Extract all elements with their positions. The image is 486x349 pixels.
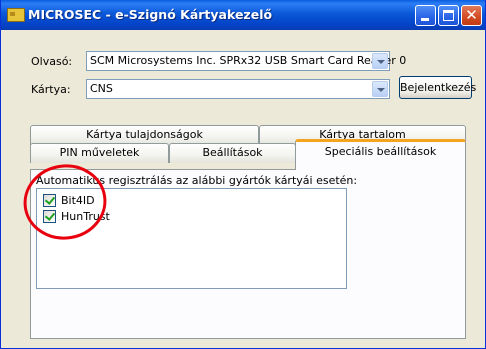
- reader-select-value: SCM Microsystems Inc. SPRx32 USB Smart C…: [90, 54, 407, 67]
- card-label: Kártya:: [31, 83, 71, 96]
- close-button[interactable]: ✕: [461, 5, 482, 26]
- manufacturer-list[interactable]: Bit4ID HunTrust: [36, 188, 347, 289]
- list-item-label: Bit4ID: [61, 194, 95, 207]
- tab-special-settings[interactable]: Speciális beállítások: [295, 139, 466, 170]
- chevron-down-icon[interactable]: [372, 53, 388, 69]
- reader-select[interactable]: SCM Microsystems Inc. SPRx32 USB Smart C…: [86, 51, 406, 71]
- tab-card-properties[interactable]: Kártya tulajdonságok: [30, 125, 259, 145]
- checkbox-bit4id[interactable]: [43, 194, 56, 207]
- maximize-button[interactable]: [438, 5, 459, 26]
- minimize-icon: [421, 18, 429, 21]
- login-button[interactable]: Bejelentkezés: [399, 76, 476, 99]
- title-bar[interactable]: MICROSEC - e-Szignó Kártyakezelő ✕: [1, 0, 485, 30]
- chevron-down-icon[interactable]: [372, 81, 388, 97]
- tab-settings[interactable]: Beállítások: [169, 143, 296, 163]
- app-window: MICROSEC - e-Szignó Kártyakezelő ✕ Olvas…: [0, 0, 486, 349]
- maximize-icon: [443, 10, 454, 21]
- card-select[interactable]: CNS: [86, 79, 390, 99]
- auto-registration-label: Automatikus regisztrálás az alábbi gyárt…: [36, 174, 358, 187]
- tab-pin-operations[interactable]: PIN műveletek: [30, 143, 169, 163]
- minimize-button[interactable]: [415, 5, 436, 26]
- checkbox-huntrust[interactable]: [43, 210, 56, 223]
- close-icon: ✕: [465, 6, 478, 24]
- reader-label: Olvasó:: [31, 55, 73, 68]
- list-item-label: HunTrust: [61, 210, 110, 223]
- window-title: MICROSEC - e-Szignó Kártyakezelő: [28, 7, 273, 22]
- smart-card-icon: [7, 8, 25, 22]
- card-select-value: CNS: [90, 82, 113, 95]
